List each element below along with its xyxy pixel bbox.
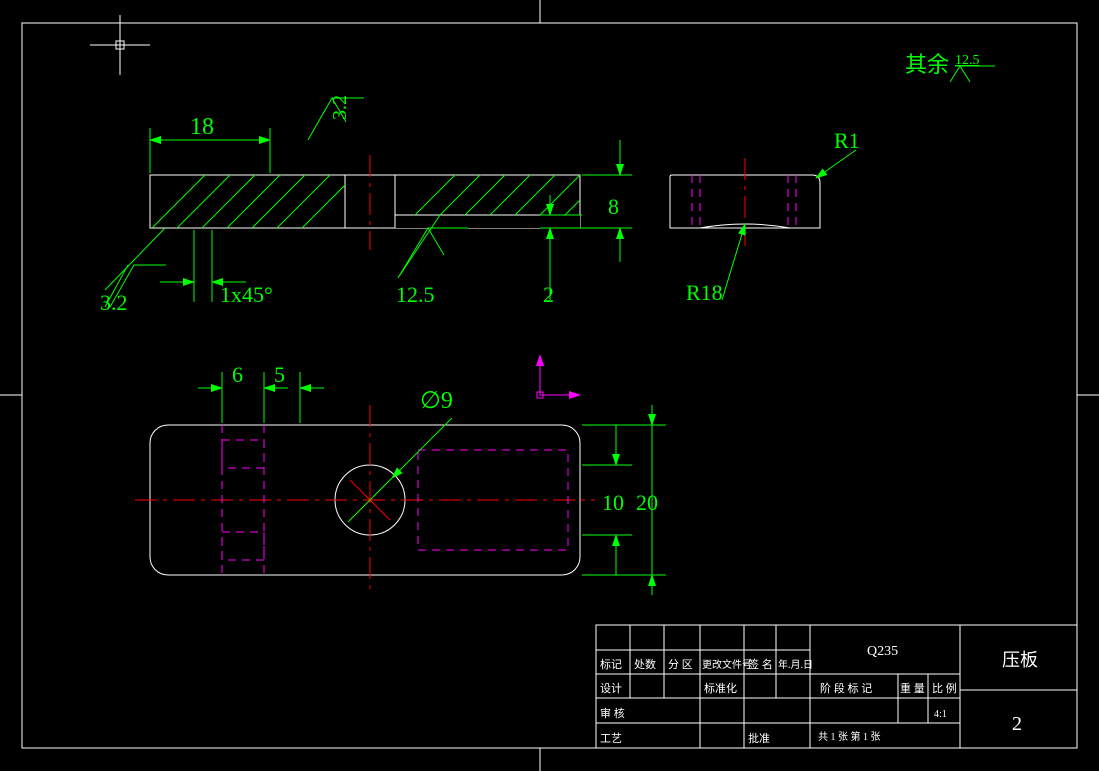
dim-R18: R18 xyxy=(686,280,723,305)
tb-material: Q235 xyxy=(867,644,898,659)
front-view: 18 3.2 3.2 1x45° 12.5 xyxy=(100,95,632,315)
tb-stage: 阶 段 标 记 xyxy=(820,681,872,695)
tb-approve: 批准 xyxy=(748,731,770,745)
ucs-icon xyxy=(537,355,580,398)
tb-audit: 审 核 xyxy=(600,706,625,720)
tb-ratio: 比 例 xyxy=(932,681,957,695)
sf-3_2-top: 3.2 xyxy=(329,95,351,120)
dim-10: 10 xyxy=(602,490,624,515)
dim-2: 2 xyxy=(543,282,554,307)
tb-zone: 分 区 xyxy=(668,658,693,671)
tb-count: 处数 xyxy=(634,658,656,671)
tb-sign: 签 名 xyxy=(748,657,773,671)
tb-design: 设计 xyxy=(600,682,622,695)
origin-marker-icon xyxy=(90,15,150,75)
tb-scale: 4:1 xyxy=(934,709,947,720)
dim-phi9: ∅9 xyxy=(420,388,453,414)
dim-5: 5 xyxy=(274,362,285,387)
dim-R1: R1 xyxy=(834,128,860,153)
dim-chamfer: 1x45° xyxy=(220,282,273,307)
dim-6: 6 xyxy=(232,362,243,387)
dim-20: 20 xyxy=(636,490,658,515)
drawing-frame xyxy=(22,23,1077,748)
tb-mark: 标记 xyxy=(600,657,622,671)
tb-partname: 压板 xyxy=(1002,650,1038,670)
title-block: 标记 处数 分 区 更改文件号 签 名 年.月.日 设计 标准化 审 核 工艺 … xyxy=(596,625,1077,748)
plan-view: 6 5 ∅9 10 20 xyxy=(135,362,666,595)
tb-partno: 2 xyxy=(1012,713,1022,735)
dim-18: 18 xyxy=(190,114,214,140)
sf-12_5: 12.5 xyxy=(396,282,435,307)
tb-mass: 重 量 xyxy=(900,681,925,695)
surface-note-text: 其余 xyxy=(905,52,949,77)
tb-sheets: 共 1 张 第 1 张 xyxy=(818,730,881,743)
tb-craft: 工艺 xyxy=(600,732,622,745)
tb-date: 年.月.日 xyxy=(778,658,813,671)
sf-3_2-left: 3.2 xyxy=(100,290,128,315)
surface-note: 其余 12.5 xyxy=(905,52,995,82)
tb-std: 标准化 xyxy=(704,681,737,695)
dim-8: 8 xyxy=(608,194,619,219)
tb-change: 更改文件号 xyxy=(702,658,752,671)
side-view: R1 R18 xyxy=(670,128,860,305)
edge-ticks xyxy=(0,0,1099,771)
